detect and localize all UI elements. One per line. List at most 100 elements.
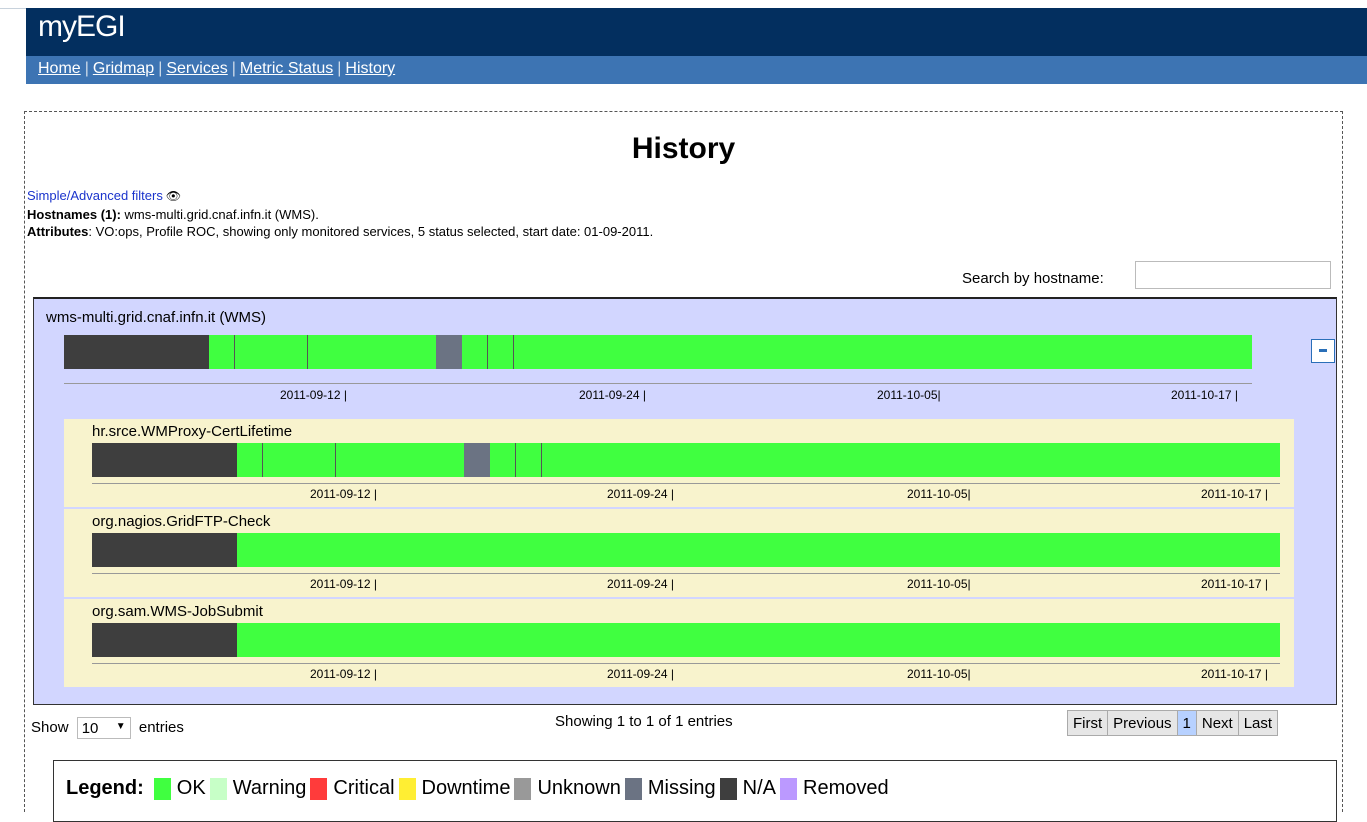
show-entries-control: Show 10 ▼ entries xyxy=(31,717,184,739)
unknown-swatch xyxy=(514,777,532,800)
show-label: Show xyxy=(31,718,69,736)
legend: Legend: OK Warning Critical Downtime Unk… xyxy=(53,760,1337,822)
metric-name: org.sam.WMS-JobSubmit xyxy=(92,603,263,620)
time-axis xyxy=(92,483,1280,484)
legend-label: Warning xyxy=(232,777,307,799)
filters-toggle-link[interactable]: Simple/Advanced filters 👁 xyxy=(27,188,181,203)
nav-separator: | xyxy=(231,60,236,77)
metric-status-bar[interactable] xyxy=(92,443,1280,477)
status-change-tick xyxy=(487,335,488,369)
status-change-tick xyxy=(307,335,308,369)
entries-select-value: 10 xyxy=(81,720,99,737)
pagination: First Previous 1 Next Last xyxy=(1067,710,1279,736)
legend-item-unknown: Unknown xyxy=(510,777,621,800)
removed-swatch xyxy=(780,777,797,800)
legend-label: Removed xyxy=(803,777,889,799)
hostnames-label: Hostnames (1): xyxy=(27,207,121,222)
status-change-tick xyxy=(262,443,263,477)
header-banner: myEGI xyxy=(26,8,1367,56)
axis-label: 2011-09-12 | xyxy=(310,577,377,591)
metric-name: hr.srce.WMProxy-CertLifetime xyxy=(92,423,293,440)
axis-label: 2011-09-12 | xyxy=(310,667,377,681)
legend-title: Legend: xyxy=(66,777,144,799)
missing-swatch xyxy=(624,777,642,800)
legend-item-warning: Warning xyxy=(206,777,307,800)
status-change-tick xyxy=(513,335,514,369)
nav-history-link[interactable]: History xyxy=(345,60,395,77)
nav-separator: | xyxy=(158,60,163,77)
legend-item-critical: Critical xyxy=(306,777,395,800)
nav-separator: | xyxy=(337,60,342,77)
service-name: wms-multi.grid.cnaf.infn.it (WMS) xyxy=(46,309,267,326)
nav-home-link[interactable]: Home xyxy=(38,60,81,77)
nav-services-link[interactable]: Services xyxy=(166,60,227,77)
legend-item-missing: Missing xyxy=(621,777,716,800)
search-label: Search by hostname: xyxy=(962,270,1104,287)
axis-label: 2011-09-24 | xyxy=(579,388,646,402)
dropdown-arrow-icon: ▼ xyxy=(115,721,126,732)
page-1-button[interactable]: 1 xyxy=(1176,710,1197,736)
legend-item-downtime: Downtime xyxy=(395,777,511,800)
metric-status-bar[interactable] xyxy=(92,623,1280,657)
na-swatch xyxy=(719,777,737,800)
downtime-swatch xyxy=(398,777,416,800)
attributes-label: Attributes xyxy=(27,224,89,239)
first-page-button[interactable]: First xyxy=(1067,710,1109,736)
axis-label: 2011-10-17 | xyxy=(1201,577,1268,591)
metric-row: hr.srce.WMProxy-CertLifetime 2011-09-12 … xyxy=(64,419,1294,507)
status-segment-ok xyxy=(237,443,464,477)
status-segment-na xyxy=(92,443,237,477)
metric-row: org.sam.WMS-JobSubmit 2011-09-12 | 2011-… xyxy=(64,599,1294,687)
metric-status-bar[interactable] xyxy=(92,533,1280,567)
legend-label: OK xyxy=(176,777,206,799)
status-change-tick xyxy=(234,335,235,369)
axis-label: 2011-10-05| xyxy=(907,577,971,591)
eye-icon[interactable]: 👁 xyxy=(166,189,181,203)
status-segment-ok xyxy=(462,335,1252,369)
status-segment-ok xyxy=(209,335,436,369)
axis-label: 2011-10-05| xyxy=(907,487,971,501)
minus-icon xyxy=(1319,349,1327,352)
legend-item-removed: Removed xyxy=(776,777,889,800)
nav-gridmap-link[interactable]: Gridmap xyxy=(93,60,154,77)
legend-label: Unknown xyxy=(537,777,621,799)
service-panel: wms-multi.grid.cnaf.infn.it (WMS) 2011-0… xyxy=(33,297,1337,705)
status-segment-ok xyxy=(490,443,1280,477)
content-area: History Simple/Advanced filters 👁 Hostnam… xyxy=(24,111,1343,822)
legend-label: Downtime xyxy=(421,777,511,799)
myegi-logo[interactable]: myEGI xyxy=(38,10,126,44)
status-segment-na xyxy=(92,623,237,657)
attributes-info: Attributes: VO:ops, Profile ROC, showing… xyxy=(27,224,653,239)
status-segment-ok xyxy=(237,533,1280,567)
nav-separator: | xyxy=(84,60,89,77)
status-segment-missing xyxy=(464,443,490,477)
axis-label: 2011-09-24 | xyxy=(607,577,674,591)
previous-page-button[interactable]: Previous xyxy=(1107,710,1178,736)
last-page-button[interactable]: Last xyxy=(1237,710,1279,736)
axis-label: 2011-10-05| xyxy=(907,667,971,681)
next-page-button[interactable]: Next xyxy=(1195,710,1239,736)
service-status-bar[interactable] xyxy=(64,335,1252,369)
axis-label: 2011-10-17 | xyxy=(1171,388,1238,402)
filters-link-label[interactable]: Simple/Advanced filters xyxy=(27,188,163,203)
entries-label: entries xyxy=(138,718,184,736)
axis-label: 2011-10-05| xyxy=(877,388,941,402)
nav-bar: Home | Gridmap | Services | Metric Status | Hist… xyxy=(26,56,1367,84)
time-axis xyxy=(64,383,1252,384)
status-segment-missing xyxy=(436,335,462,369)
axis-label: 2011-10-17 | xyxy=(1201,667,1268,681)
status-change-tick xyxy=(335,443,336,477)
time-axis xyxy=(92,663,1280,664)
legend-label: N/A xyxy=(742,777,776,799)
axis-label: 2011-09-24 | xyxy=(607,487,674,501)
page-title: History xyxy=(631,132,736,165)
status-change-tick xyxy=(541,443,542,477)
search-hostname-input[interactable] xyxy=(1135,261,1331,289)
hostnames-info: Hostnames (1): wms-multi.grid.cnaf.infn.… xyxy=(27,207,319,222)
axis-label: 2011-09-12 | xyxy=(280,388,347,402)
axis-label: 2011-10-17 | xyxy=(1201,487,1268,501)
entries-select[interactable]: 10 ▼ xyxy=(76,717,131,739)
legend-item-ok: OK xyxy=(150,777,206,800)
collapse-button[interactable] xyxy=(1311,339,1335,363)
nav-metric-status-link[interactable]: Metric Status xyxy=(240,60,333,77)
